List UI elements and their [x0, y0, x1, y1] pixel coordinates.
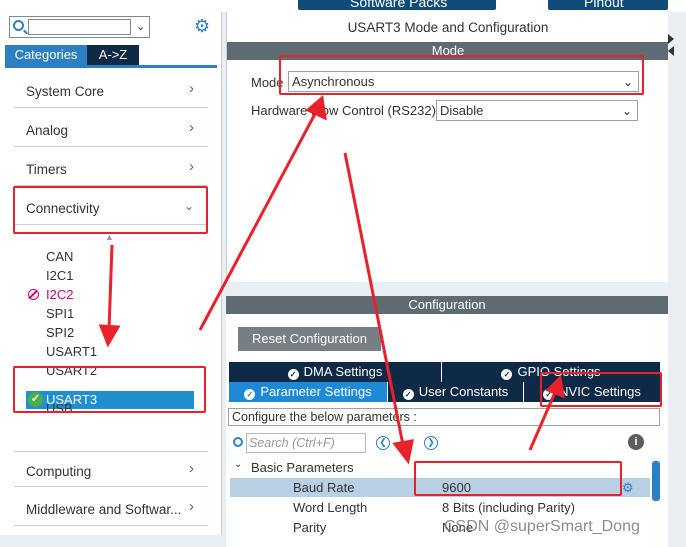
arrow-down-to-usart3 [107, 244, 114, 331]
arrow-head [545, 374, 565, 399]
annotation-arrows [98, 95, 565, 465]
arrow-to-nvic [528, 389, 558, 451]
arrow-to-mode [198, 111, 318, 331]
arrow-to-baud-rate [343, 152, 405, 446]
arrow-head [98, 324, 121, 348]
arrow-head [392, 439, 414, 465]
watermark: CSDN @superSmart_Dong [444, 518, 640, 535]
arrow-head [305, 95, 327, 121]
